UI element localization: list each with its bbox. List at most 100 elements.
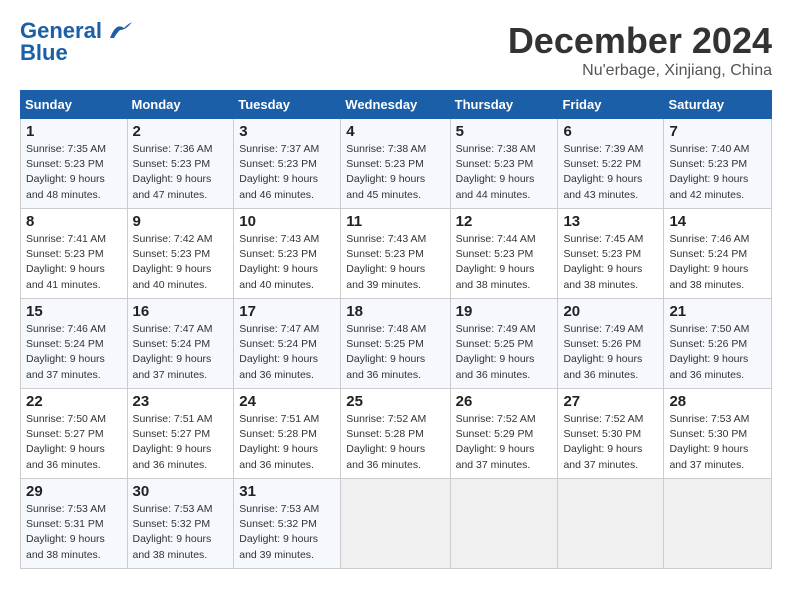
calendar-day-cell	[341, 479, 450, 569]
day-detail: Sunrise: 7:51 AMSunset: 5:28 PMDaylight:…	[239, 413, 319, 471]
day-number: 26	[456, 393, 553, 410]
day-detail: Sunrise: 7:35 AMSunset: 5:23 PMDaylight:…	[26, 143, 106, 201]
day-number: 3	[239, 123, 335, 140]
day-number: 24	[239, 393, 335, 410]
day-detail: Sunrise: 7:37 AMSunset: 5:23 PMDaylight:…	[239, 143, 319, 201]
day-number: 11	[346, 213, 444, 230]
day-detail: Sunrise: 7:47 AMSunset: 5:24 PMDaylight:…	[239, 323, 319, 381]
calendar-day-cell: 24 Sunrise: 7:51 AMSunset: 5:28 PMDaylig…	[234, 389, 341, 479]
day-number: 9	[133, 213, 229, 230]
calendar-day-cell	[664, 479, 772, 569]
logo: General Blue	[20, 20, 134, 64]
day-detail: Sunrise: 7:50 AMSunset: 5:27 PMDaylight:…	[26, 413, 106, 471]
day-detail: Sunrise: 7:42 AMSunset: 5:23 PMDaylight:…	[133, 233, 213, 291]
day-number: 23	[133, 393, 229, 410]
day-number: 22	[26, 393, 122, 410]
day-number: 2	[133, 123, 229, 140]
calendar-day-cell: 1 Sunrise: 7:35 AMSunset: 5:23 PMDayligh…	[21, 119, 128, 209]
day-number: 21	[669, 303, 766, 320]
day-number: 7	[669, 123, 766, 140]
calendar-day-cell: 16 Sunrise: 7:47 AMSunset: 5:24 PMDaylig…	[127, 299, 234, 389]
month-title: December 2024	[508, 20, 772, 62]
day-number: 10	[239, 213, 335, 230]
day-number: 20	[563, 303, 658, 320]
calendar-day-cell: 27 Sunrise: 7:52 AMSunset: 5:30 PMDaylig…	[558, 389, 664, 479]
calendar-day-cell: 3 Sunrise: 7:37 AMSunset: 5:23 PMDayligh…	[234, 119, 341, 209]
weekday-header-saturday: Saturday	[664, 91, 772, 119]
calendar-day-cell: 31 Sunrise: 7:53 AMSunset: 5:32 PMDaylig…	[234, 479, 341, 569]
day-number: 14	[669, 213, 766, 230]
day-detail: Sunrise: 7:45 AMSunset: 5:23 PMDaylight:…	[563, 233, 643, 291]
weekday-header-row: SundayMondayTuesdayWednesdayThursdayFrid…	[21, 91, 772, 119]
weekday-header-monday: Monday	[127, 91, 234, 119]
day-detail: Sunrise: 7:53 AMSunset: 5:32 PMDaylight:…	[133, 503, 213, 561]
calendar-week-row: 8 Sunrise: 7:41 AMSunset: 5:23 PMDayligh…	[21, 209, 772, 299]
calendar-day-cell: 9 Sunrise: 7:42 AMSunset: 5:23 PMDayligh…	[127, 209, 234, 299]
calendar-day-cell: 17 Sunrise: 7:47 AMSunset: 5:24 PMDaylig…	[234, 299, 341, 389]
weekday-header-sunday: Sunday	[21, 91, 128, 119]
day-number: 5	[456, 123, 553, 140]
day-detail: Sunrise: 7:52 AMSunset: 5:28 PMDaylight:…	[346, 413, 426, 471]
calendar-day-cell: 29 Sunrise: 7:53 AMSunset: 5:31 PMDaylig…	[21, 479, 128, 569]
day-number: 19	[456, 303, 553, 320]
weekday-header-wednesday: Wednesday	[341, 91, 450, 119]
day-number: 4	[346, 123, 444, 140]
weekday-header-friday: Friday	[558, 91, 664, 119]
day-number: 15	[26, 303, 122, 320]
calendar-day-cell: 5 Sunrise: 7:38 AMSunset: 5:23 PMDayligh…	[450, 119, 558, 209]
location-title: Nu'erbage, Xinjiang, China	[508, 62, 772, 80]
calendar-week-row: 22 Sunrise: 7:50 AMSunset: 5:27 PMDaylig…	[21, 389, 772, 479]
day-detail: Sunrise: 7:51 AMSunset: 5:27 PMDaylight:…	[133, 413, 213, 471]
day-detail: Sunrise: 7:49 AMSunset: 5:26 PMDaylight:…	[563, 323, 643, 381]
day-detail: Sunrise: 7:40 AMSunset: 5:23 PMDaylight:…	[669, 143, 749, 201]
calendar-day-cell: 23 Sunrise: 7:51 AMSunset: 5:27 PMDaylig…	[127, 389, 234, 479]
calendar-day-cell	[450, 479, 558, 569]
calendar-day-cell: 18 Sunrise: 7:48 AMSunset: 5:25 PMDaylig…	[341, 299, 450, 389]
day-detail: Sunrise: 7:38 AMSunset: 5:23 PMDaylight:…	[456, 143, 536, 201]
calendar-day-cell: 8 Sunrise: 7:41 AMSunset: 5:23 PMDayligh…	[21, 209, 128, 299]
day-number: 12	[456, 213, 553, 230]
calendar-day-cell: 25 Sunrise: 7:52 AMSunset: 5:28 PMDaylig…	[341, 389, 450, 479]
weekday-header-thursday: Thursday	[450, 91, 558, 119]
day-detail: Sunrise: 7:50 AMSunset: 5:26 PMDaylight:…	[669, 323, 749, 381]
day-number: 6	[563, 123, 658, 140]
day-number: 27	[563, 393, 658, 410]
weekday-header-tuesday: Tuesday	[234, 91, 341, 119]
calendar-day-cell: 28 Sunrise: 7:53 AMSunset: 5:30 PMDaylig…	[664, 389, 772, 479]
day-number: 29	[26, 483, 122, 500]
calendar-day-cell: 26 Sunrise: 7:52 AMSunset: 5:29 PMDaylig…	[450, 389, 558, 479]
calendar-day-cell: 12 Sunrise: 7:44 AMSunset: 5:23 PMDaylig…	[450, 209, 558, 299]
calendar-day-cell: 13 Sunrise: 7:45 AMSunset: 5:23 PMDaylig…	[558, 209, 664, 299]
calendar-week-row: 29 Sunrise: 7:53 AMSunset: 5:31 PMDaylig…	[21, 479, 772, 569]
day-detail: Sunrise: 7:46 AMSunset: 5:24 PMDaylight:…	[669, 233, 749, 291]
calendar-day-cell: 10 Sunrise: 7:43 AMSunset: 5:23 PMDaylig…	[234, 209, 341, 299]
day-number: 25	[346, 393, 444, 410]
day-detail: Sunrise: 7:46 AMSunset: 5:24 PMDaylight:…	[26, 323, 106, 381]
calendar-day-cell: 15 Sunrise: 7:46 AMSunset: 5:24 PMDaylig…	[21, 299, 128, 389]
title-area: December 2024 Nu'erbage, Xinjiang, China	[508, 20, 772, 80]
day-detail: Sunrise: 7:43 AMSunset: 5:23 PMDaylight:…	[239, 233, 319, 291]
calendar-day-cell: 11 Sunrise: 7:43 AMSunset: 5:23 PMDaylig…	[341, 209, 450, 299]
logo-blue: Blue	[20, 42, 68, 64]
day-detail: Sunrise: 7:52 AMSunset: 5:29 PMDaylight:…	[456, 413, 536, 471]
day-detail: Sunrise: 7:38 AMSunset: 5:23 PMDaylight:…	[346, 143, 426, 201]
day-number: 17	[239, 303, 335, 320]
calendar-day-cell: 22 Sunrise: 7:50 AMSunset: 5:27 PMDaylig…	[21, 389, 128, 479]
calendar-week-row: 15 Sunrise: 7:46 AMSunset: 5:24 PMDaylig…	[21, 299, 772, 389]
day-detail: Sunrise: 7:48 AMSunset: 5:25 PMDaylight:…	[346, 323, 426, 381]
calendar-day-cell: 4 Sunrise: 7:38 AMSunset: 5:23 PMDayligh…	[341, 119, 450, 209]
day-detail: Sunrise: 7:39 AMSunset: 5:22 PMDaylight:…	[563, 143, 643, 201]
day-number: 30	[133, 483, 229, 500]
day-number: 16	[133, 303, 229, 320]
day-detail: Sunrise: 7:49 AMSunset: 5:25 PMDaylight:…	[456, 323, 536, 381]
day-detail: Sunrise: 7:44 AMSunset: 5:23 PMDaylight:…	[456, 233, 536, 291]
calendar-day-cell: 19 Sunrise: 7:49 AMSunset: 5:25 PMDaylig…	[450, 299, 558, 389]
calendar-day-cell: 7 Sunrise: 7:40 AMSunset: 5:23 PMDayligh…	[664, 119, 772, 209]
day-detail: Sunrise: 7:53 AMSunset: 5:32 PMDaylight:…	[239, 503, 319, 561]
day-detail: Sunrise: 7:41 AMSunset: 5:23 PMDaylight:…	[26, 233, 106, 291]
day-detail: Sunrise: 7:43 AMSunset: 5:23 PMDaylight:…	[346, 233, 426, 291]
day-detail: Sunrise: 7:52 AMSunset: 5:30 PMDaylight:…	[563, 413, 643, 471]
day-number: 13	[563, 213, 658, 230]
day-detail: Sunrise: 7:36 AMSunset: 5:23 PMDaylight:…	[133, 143, 213, 201]
calendar-day-cell: 30 Sunrise: 7:53 AMSunset: 5:32 PMDaylig…	[127, 479, 234, 569]
